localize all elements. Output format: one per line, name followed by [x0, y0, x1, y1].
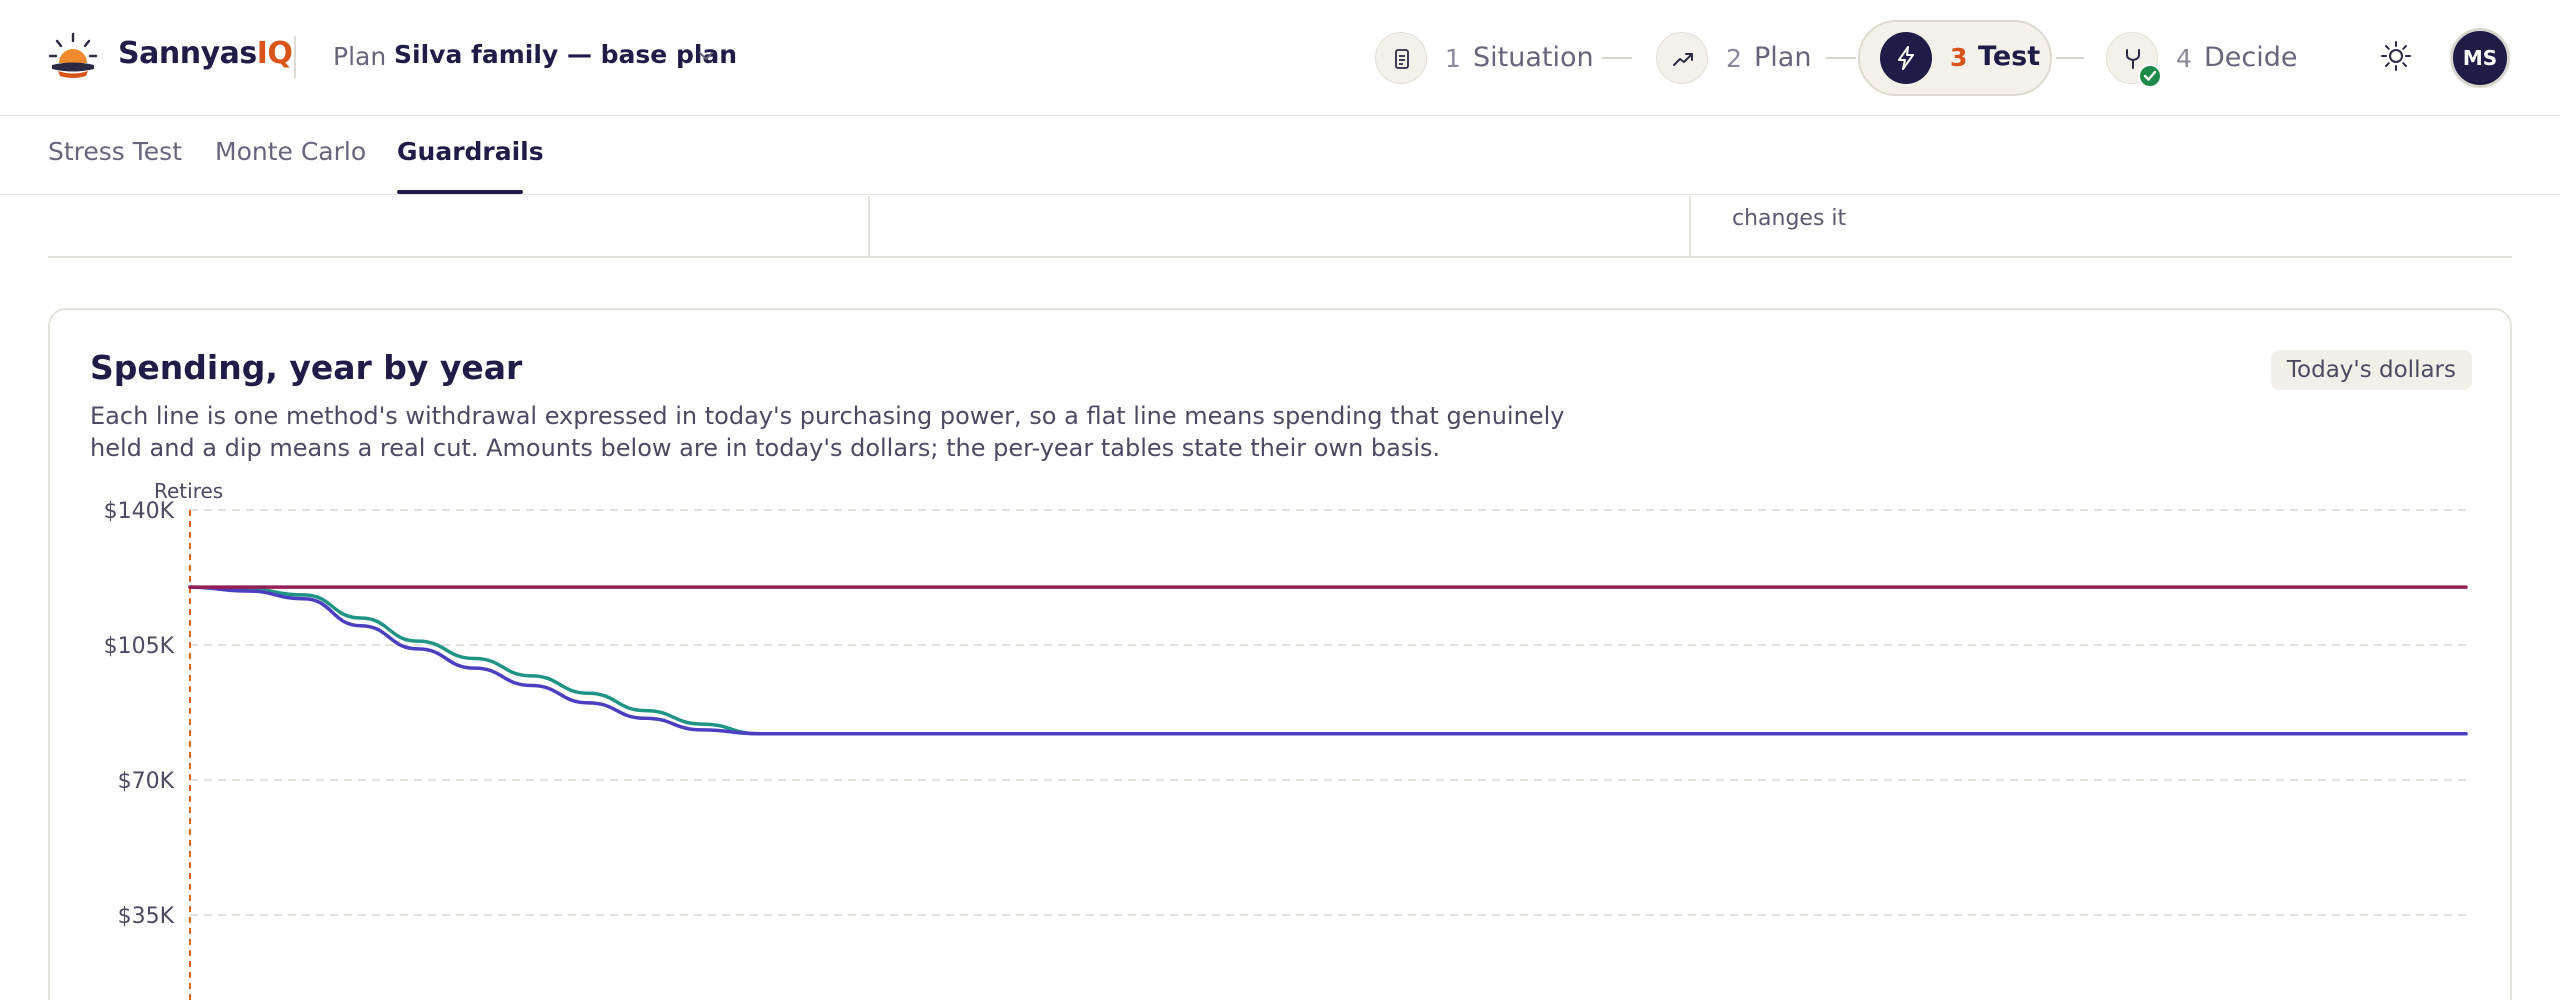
sannyasiq-logo-icon[interactable]	[46, 30, 100, 80]
card-title: Spending, year by year	[90, 348, 523, 387]
sun-icon[interactable]	[2380, 40, 2412, 72]
avatar[interactable]: MS	[2450, 28, 2510, 88]
clipboard-icon	[1375, 32, 1427, 84]
plan-selector[interactable]: Silva family — base plan	[394, 40, 737, 69]
card-divider	[1689, 196, 1691, 258]
step-label: Test	[1978, 41, 2041, 72]
step-connector	[2056, 57, 2084, 59]
step-number: 2	[1726, 44, 1742, 73]
dollars-basis-badge: Today's dollars	[2270, 350, 2472, 390]
lightning-icon	[1880, 32, 1932, 84]
method-cards-row	[48, 196, 2512, 258]
step-label: Situation	[1473, 42, 1594, 73]
step-plan[interactable]: 2 Plan	[1656, 32, 1816, 84]
header-divider	[294, 36, 296, 78]
tab-monte-carlo[interactable]: Monte Carlo	[215, 137, 366, 166]
step-number: 4	[2176, 44, 2192, 73]
step-label: Plan	[1754, 42, 1812, 73]
step-situation[interactable]: 1 Situation	[1375, 32, 1594, 84]
step-number: 1	[1445, 44, 1461, 73]
tab-guardrails[interactable]: Guardrails	[397, 137, 544, 166]
trend-up-icon	[1656, 32, 1708, 84]
check-complete-icon	[2138, 64, 2162, 88]
spending-chart-card: Spending, year by year Each line is one …	[48, 308, 2512, 1000]
top-header: SannyasIQ Plan Silva family — base plan …	[0, 0, 2560, 116]
active-tab-indicator	[397, 190, 523, 194]
card-divider	[868, 196, 870, 258]
step-decide[interactable]: 4 Decide	[2106, 32, 2306, 84]
step-connector	[1826, 57, 1856, 59]
card-description: Each line is one method's withdrawal exp…	[90, 402, 1565, 462]
brand-name[interactable]: SannyasIQ	[118, 36, 293, 71]
step-label: Decide	[2204, 42, 2298, 73]
tab-stress-test[interactable]: Stress Test	[48, 137, 182, 166]
plan-prefix-label: Plan	[333, 42, 387, 71]
sub-tab-bar: Stress Test Monte Carlo Guardrails	[0, 117, 2560, 195]
step-number: 3	[1950, 43, 1968, 72]
chevron-down-icon[interactable]	[696, 46, 716, 66]
step-connector	[1602, 57, 1632, 59]
card-text-snippet: changes it	[1732, 206, 1847, 231]
